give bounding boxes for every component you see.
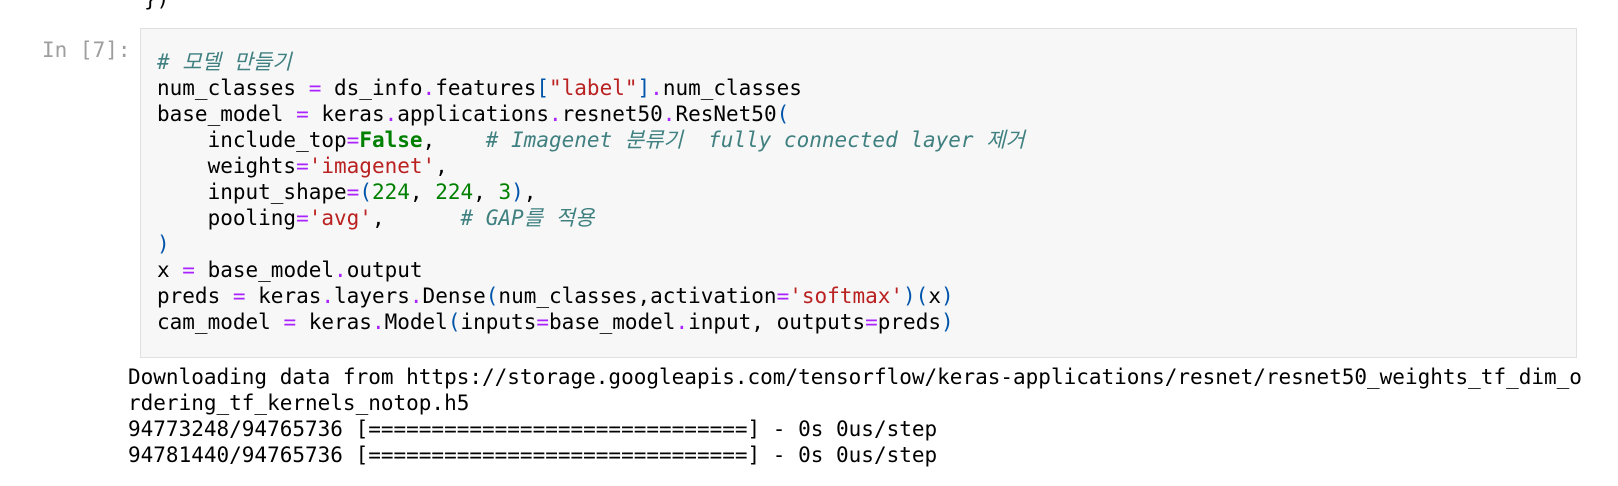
- code-line-1: # 모델 만들기: [157, 49, 1025, 75]
- code-keyword: False: [359, 128, 423, 152]
- code-line-9: x = base_model.output: [157, 257, 1025, 283]
- code-token: ds_info: [321, 76, 423, 100]
- code-token: input, outputs: [688, 310, 866, 334]
- code-punctuation: [: [536, 76, 549, 100]
- code-operator: =: [296, 102, 309, 126]
- code-operator: .: [662, 102, 676, 126]
- code-punctuation: ): [157, 232, 170, 256]
- code-comment: # GAP를 적용: [460, 206, 595, 230]
- code-operator: =: [296, 206, 309, 230]
- code-operator: =: [346, 180, 360, 204]
- code-token: inputs: [460, 310, 537, 334]
- code-token: ,: [422, 128, 486, 152]
- code-line-10: preds = keras.layers.Dense(num_classes,a…: [157, 283, 1025, 309]
- code-punctuation: (: [359, 180, 372, 204]
- code-punctuation: (: [447, 310, 461, 334]
- code-punctuation: )(: [903, 284, 929, 308]
- previous-cell-tail: }): [144, 0, 169, 12]
- code-cell-input[interactable]: # 모델 만들기 num_classes = ds_info.features["…: [140, 28, 1577, 358]
- code-operator: =: [865, 310, 878, 334]
- code-token: Dense: [422, 284, 486, 308]
- code-token: ,: [371, 206, 461, 230]
- code-punctuation: ): [940, 310, 954, 334]
- code-token: keras: [308, 102, 385, 126]
- code-operator: =: [296, 154, 309, 178]
- code-token: input_shape: [157, 180, 347, 204]
- code-token: num_classes: [157, 76, 309, 100]
- code-line-2: num_classes = ds_info.features["label"].…: [157, 75, 1025, 101]
- output-line: 94773248/94765736 [=====================…: [128, 417, 938, 441]
- code-line-7: pooling='avg', # GAP를 적용: [157, 205, 1025, 231]
- code-number: 3: [498, 180, 512, 204]
- code-punctuation: ): [511, 180, 524, 204]
- code-punctuation: (: [485, 284, 499, 308]
- code-token: output: [346, 258, 423, 282]
- code-token: include_top: [157, 128, 347, 152]
- code-editor[interactable]: # 모델 만들기 num_classes = ds_info.features["…: [157, 49, 1025, 335]
- code-operator: =: [776, 284, 790, 308]
- code-token: keras: [296, 310, 372, 334]
- code-token: ,: [523, 180, 537, 204]
- cell-output: Downloading data from https://storage.go…: [128, 364, 1582, 468]
- code-token: x: [157, 258, 183, 282]
- code-token: layers: [334, 284, 410, 308]
- code-operator: =: [283, 310, 297, 334]
- code-comment: # 모델 만들기: [157, 50, 292, 74]
- code-token: ,: [409, 180, 436, 204]
- code-token: preds: [157, 284, 233, 308]
- code-punctuation: ]: [637, 76, 651, 100]
- code-operator: .: [650, 76, 663, 100]
- code-token: applications: [397, 102, 549, 126]
- code-line-4: include_top=False, # Imagenet 분류기 fully …: [157, 127, 1025, 153]
- code-operator: .: [334, 258, 347, 282]
- code-token: base_model: [549, 310, 676, 334]
- code-token: ,: [435, 154, 448, 178]
- code-operator: .: [371, 310, 385, 334]
- code-string: 'softmax': [789, 284, 904, 308]
- code-operator: =: [182, 258, 195, 282]
- code-token: cam_model: [157, 310, 284, 334]
- code-punctuation: ): [940, 284, 954, 308]
- code-comment: # Imagenet 분류기 fully connected layer 제거: [485, 128, 1025, 152]
- code-operator: .: [409, 284, 423, 308]
- code-token: Model: [384, 310, 448, 334]
- code-operator: .: [384, 102, 398, 126]
- code-token: ResNet50: [675, 102, 777, 126]
- code-token: num_classes: [662, 76, 802, 100]
- code-line-6: input_shape=(224, 224, 3),: [157, 179, 1025, 205]
- code-token: resnet50: [561, 102, 663, 126]
- code-line-5: weights='imagenet',: [157, 153, 1025, 179]
- code-operator: .: [422, 76, 436, 100]
- code-operator: =: [232, 284, 246, 308]
- code-token: features: [435, 76, 537, 100]
- code-string: "label": [549, 76, 638, 100]
- cell-prompt: In [7]:: [42, 38, 131, 62]
- code-operator: =: [346, 128, 360, 152]
- code-number: 224: [371, 180, 410, 204]
- code-token: base_model: [157, 102, 297, 126]
- code-token: ,: [473, 180, 499, 204]
- code-operator: =: [308, 76, 322, 100]
- output-line: Downloading data from https://storage.go…: [128, 365, 1582, 389]
- code-token: keras: [245, 284, 322, 308]
- code-token: preds: [877, 310, 941, 334]
- output-line: 94781440/94765736 [=====================…: [128, 443, 938, 467]
- code-line-8: ): [157, 231, 1025, 257]
- code-string: 'avg': [308, 206, 372, 230]
- code-operator: .: [548, 102, 562, 126]
- code-operator: .: [321, 284, 335, 308]
- code-operator: .: [675, 310, 689, 334]
- code-token: pooling: [157, 206, 297, 230]
- code-number: 224: [435, 180, 474, 204]
- code-token: base_model: [194, 258, 335, 282]
- code-operator: =: [536, 310, 549, 334]
- code-token: num_classes,activation: [498, 284, 777, 308]
- code-string: 'imagenet': [308, 154, 436, 178]
- code-token: x: [928, 284, 941, 308]
- output-line: rdering_tf_kernels_notop.h5: [128, 391, 470, 415]
- code-line-11: cam_model = keras.Model(inputs=base_mode…: [157, 309, 1025, 335]
- code-line-3: base_model = keras.applications.resnet50…: [157, 101, 1025, 127]
- code-token: weights: [157, 154, 297, 178]
- code-punctuation: (: [776, 102, 790, 126]
